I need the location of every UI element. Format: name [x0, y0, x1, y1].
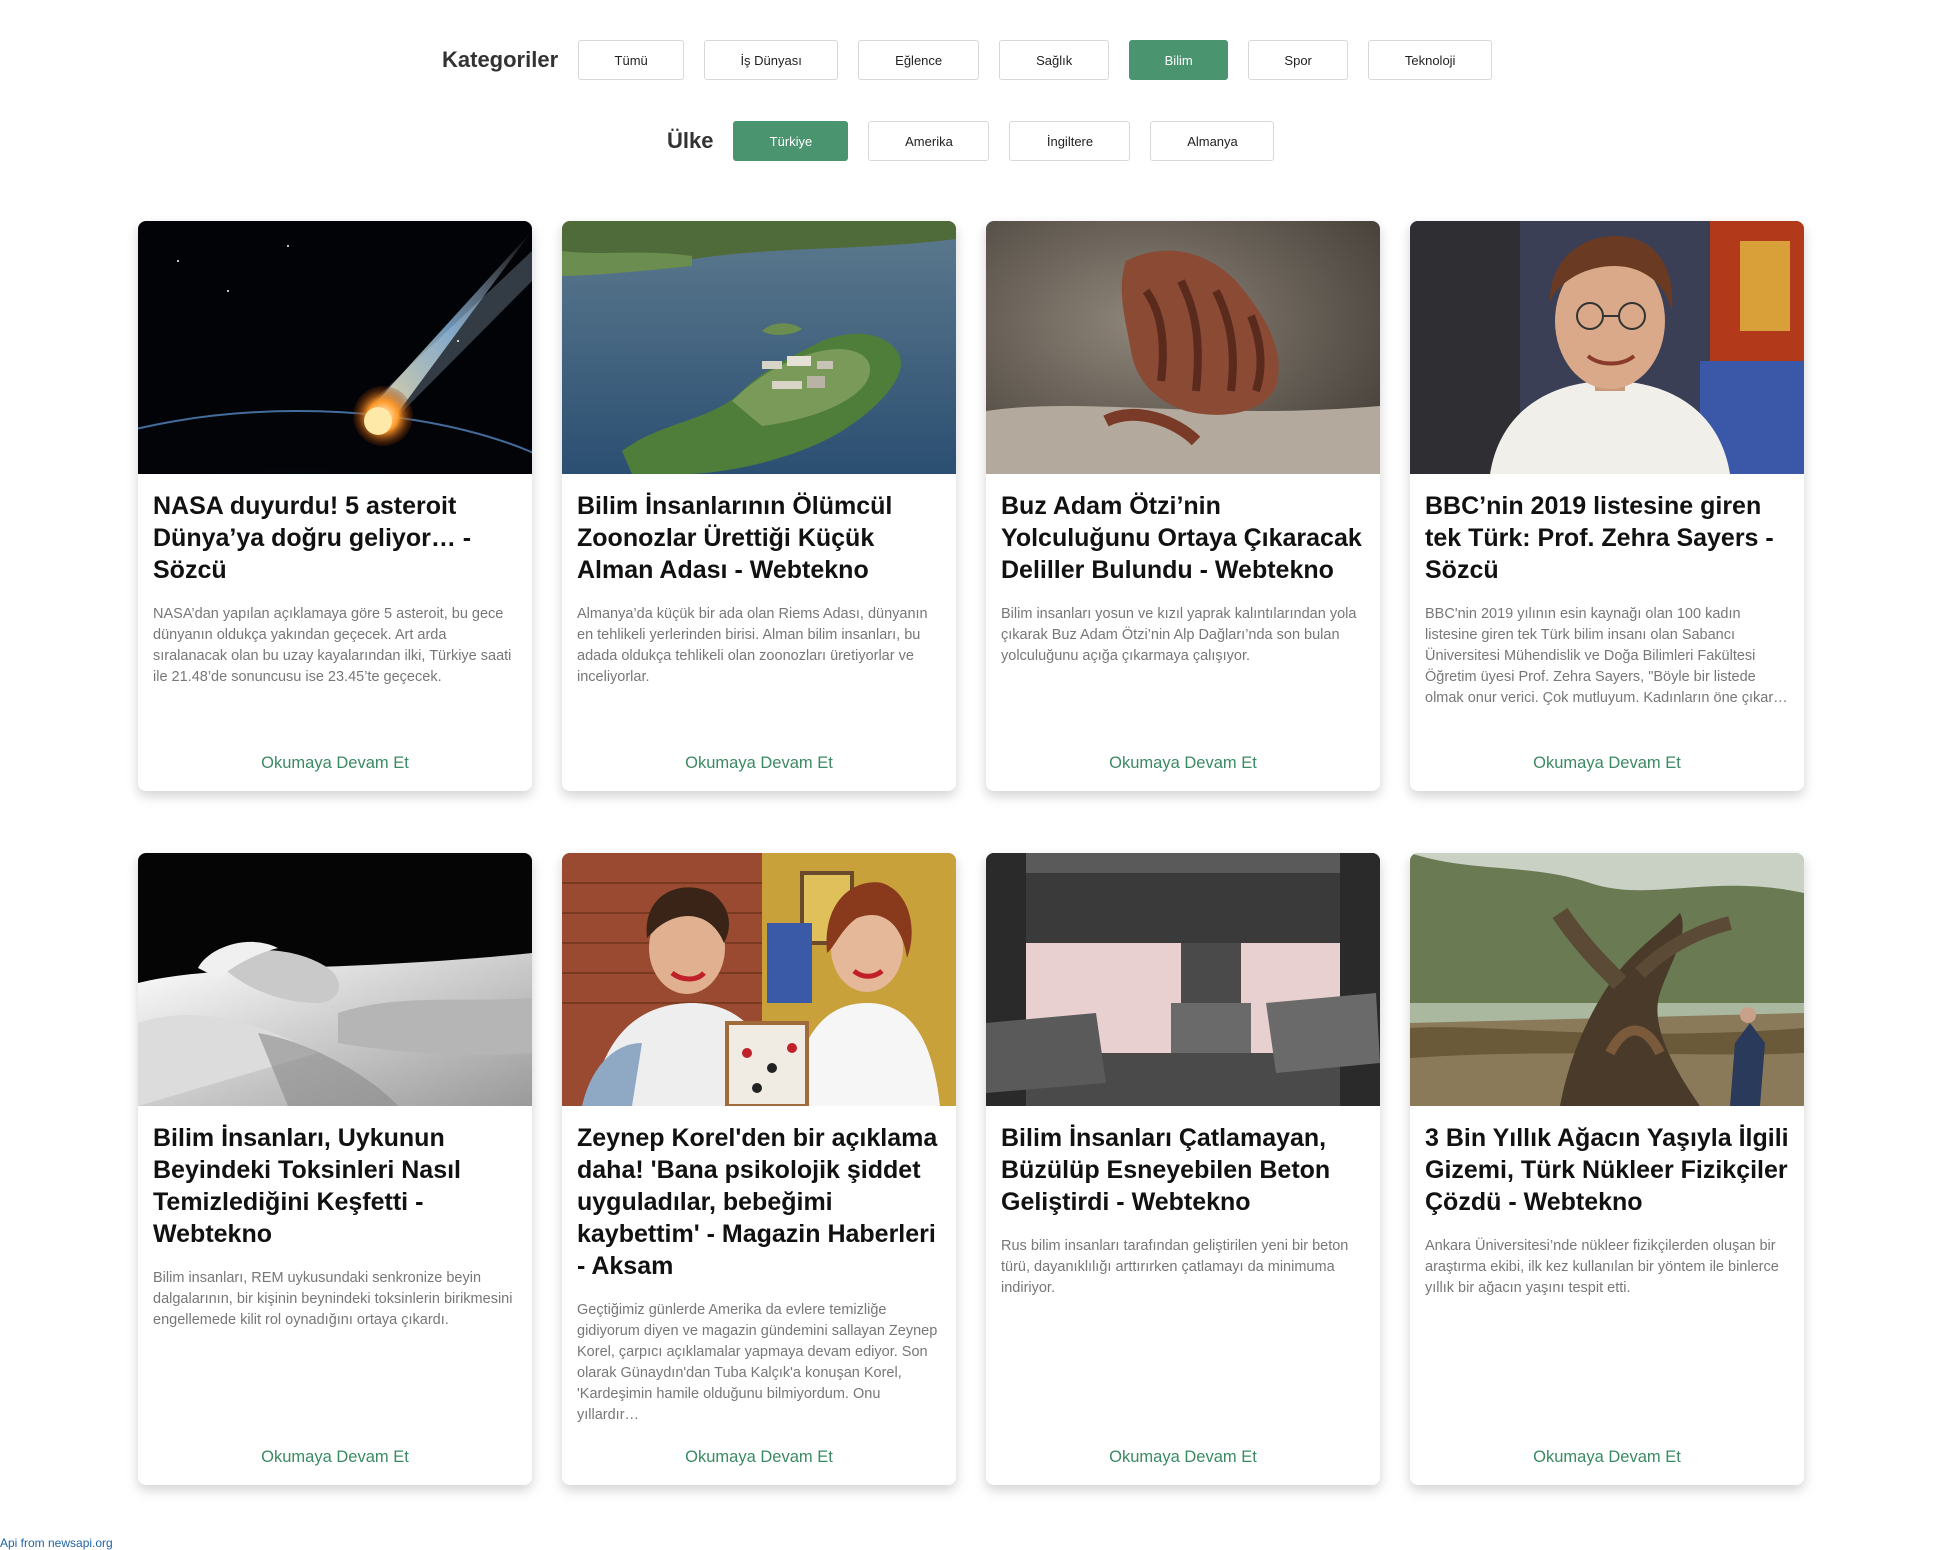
island-image[interactable] — [562, 221, 956, 474]
two-women-image[interactable] — [562, 853, 956, 1106]
article-title: Bilim İnsanları Çatlamayan, Büzülüp Esne… — [1001, 1124, 1331, 1216]
article-description: Ankara Üniversitesi’nde nükleer fizikçil… — [1425, 1238, 1779, 1296]
country-button-amerika[interactable]: Amerika — [868, 121, 990, 161]
read-more-link[interactable]: Okumaya Devam Et — [562, 754, 956, 773]
article-title: Zeynep Korel'den bir açıklama daha! 'Ban… — [577, 1124, 938, 1280]
portrait-image[interactable] — [1410, 221, 1804, 474]
country-button-almanya[interactable]: Almanya — [1150, 121, 1275, 161]
olive-tree-image[interactable] — [1410, 853, 1804, 1106]
article-description: Almanya’da küçük bir ada olan Riems Adas… — [577, 606, 928, 685]
category-button-teknoloji[interactable]: Teknoloji — [1368, 40, 1493, 80]
news-card: Buz Adam Ötzi’nin Yolculuğunu Ortaya Çık… — [986, 221, 1380, 791]
mummy-hand-image[interactable] — [986, 221, 1380, 474]
country-filter-row: Ülke Türkiye Amerika İngiltere Almanya — [667, 121, 1294, 161]
country-label: Ülke — [667, 128, 714, 153]
press-machine-image[interactable] — [986, 853, 1380, 1106]
read-more-link[interactable]: Okumaya Devam Et — [138, 1448, 532, 1467]
category-filter-row: Kategoriler Tümü İş Dünyası Eğlence Sağl… — [442, 40, 1512, 80]
meteor-image[interactable] — [138, 221, 532, 474]
sleeping-woman-image[interactable] — [138, 853, 532, 1106]
read-more-link[interactable]: Okumaya Devam Et — [562, 1448, 956, 1467]
read-more-link[interactable]: Okumaya Devam Et — [1410, 754, 1804, 773]
read-more-link[interactable]: Okumaya Devam Et — [986, 1448, 1380, 1467]
read-more-link[interactable]: Okumaya Devam Et — [1410, 1448, 1804, 1467]
news-card: 3 Bin Yıllık Ağacın Yaşıyla İlgili Gizem… — [1410, 853, 1804, 1485]
category-button-spor[interactable]: Spor — [1248, 40, 1349, 80]
category-button-eglence[interactable]: Eğlence — [858, 40, 980, 80]
category-button-saglik[interactable]: Sağlık — [999, 40, 1110, 80]
category-button-bilim[interactable]: Bilim — [1129, 40, 1229, 80]
article-title: NASA duyurdu! 5 asteroit Dünya’ya doğru … — [153, 492, 472, 584]
article-description: BBC'nin 2019 yılının esin kaynağı olan 1… — [1425, 606, 1788, 706]
news-card: Bilim İnsanları Çatlamayan, Büzülüp Esne… — [986, 853, 1380, 1485]
article-description: Bilim insanları yosun ve kızıl yaprak ka… — [1001, 606, 1357, 664]
read-more-link[interactable]: Okumaya Devam Et — [986, 754, 1380, 773]
news-card: Bilim İnsanları, Uykunun Beyindeki Toksi… — [138, 853, 532, 1485]
article-description: Geçtiğimiz günlerde Amerika da evlere te… — [577, 1302, 938, 1423]
category-button-is-dunyasi[interactable]: İş Dünyası — [704, 40, 839, 80]
article-description: Bilim insanları, REM uykusundaki senkron… — [153, 1270, 513, 1328]
article-title: Bilim İnsanlarının Ölümcül Zoonozlar Üre… — [577, 492, 893, 584]
country-button-ingiltere[interactable]: İngiltere — [1009, 121, 1131, 161]
country-button-turkiye[interactable]: Türkiye — [733, 121, 849, 161]
article-title: 3 Bin Yıllık Ağacın Yaşıyla İlgili Gizem… — [1425, 1124, 1789, 1216]
news-grid: NASA duyurdu! 5 asteroit Dünya’ya doğru … — [138, 221, 1804, 1485]
article-title: Buz Adam Ötzi’nin Yolculuğunu Ortaya Çık… — [1001, 492, 1362, 584]
news-card: BBC’nin 2019 listesine giren tek Türk: P… — [1410, 221, 1804, 791]
news-card: Bilim İnsanlarının Ölümcül Zoonozlar Üre… — [562, 221, 956, 791]
article-description: NASA’dan yapılan açıklamaya göre 5 aster… — [153, 606, 512, 685]
categories-label: Kategoriler — [442, 47, 559, 72]
category-button-tumu[interactable]: Tümü — [578, 40, 685, 80]
article-title: Bilim İnsanları, Uykunun Beyindeki Toksi… — [153, 1124, 461, 1248]
news-card: NASA duyurdu! 5 asteroit Dünya’ya doğru … — [138, 221, 532, 791]
article-description: Rus bilim insanları tarafından geliştiri… — [1001, 1238, 1349, 1296]
news-card: Zeynep Korel'den bir açıklama daha! 'Ban… — [562, 853, 956, 1485]
article-title: BBC’nin 2019 listesine giren tek Türk: P… — [1425, 492, 1774, 584]
read-more-link[interactable]: Okumaya Devam Et — [138, 754, 532, 773]
